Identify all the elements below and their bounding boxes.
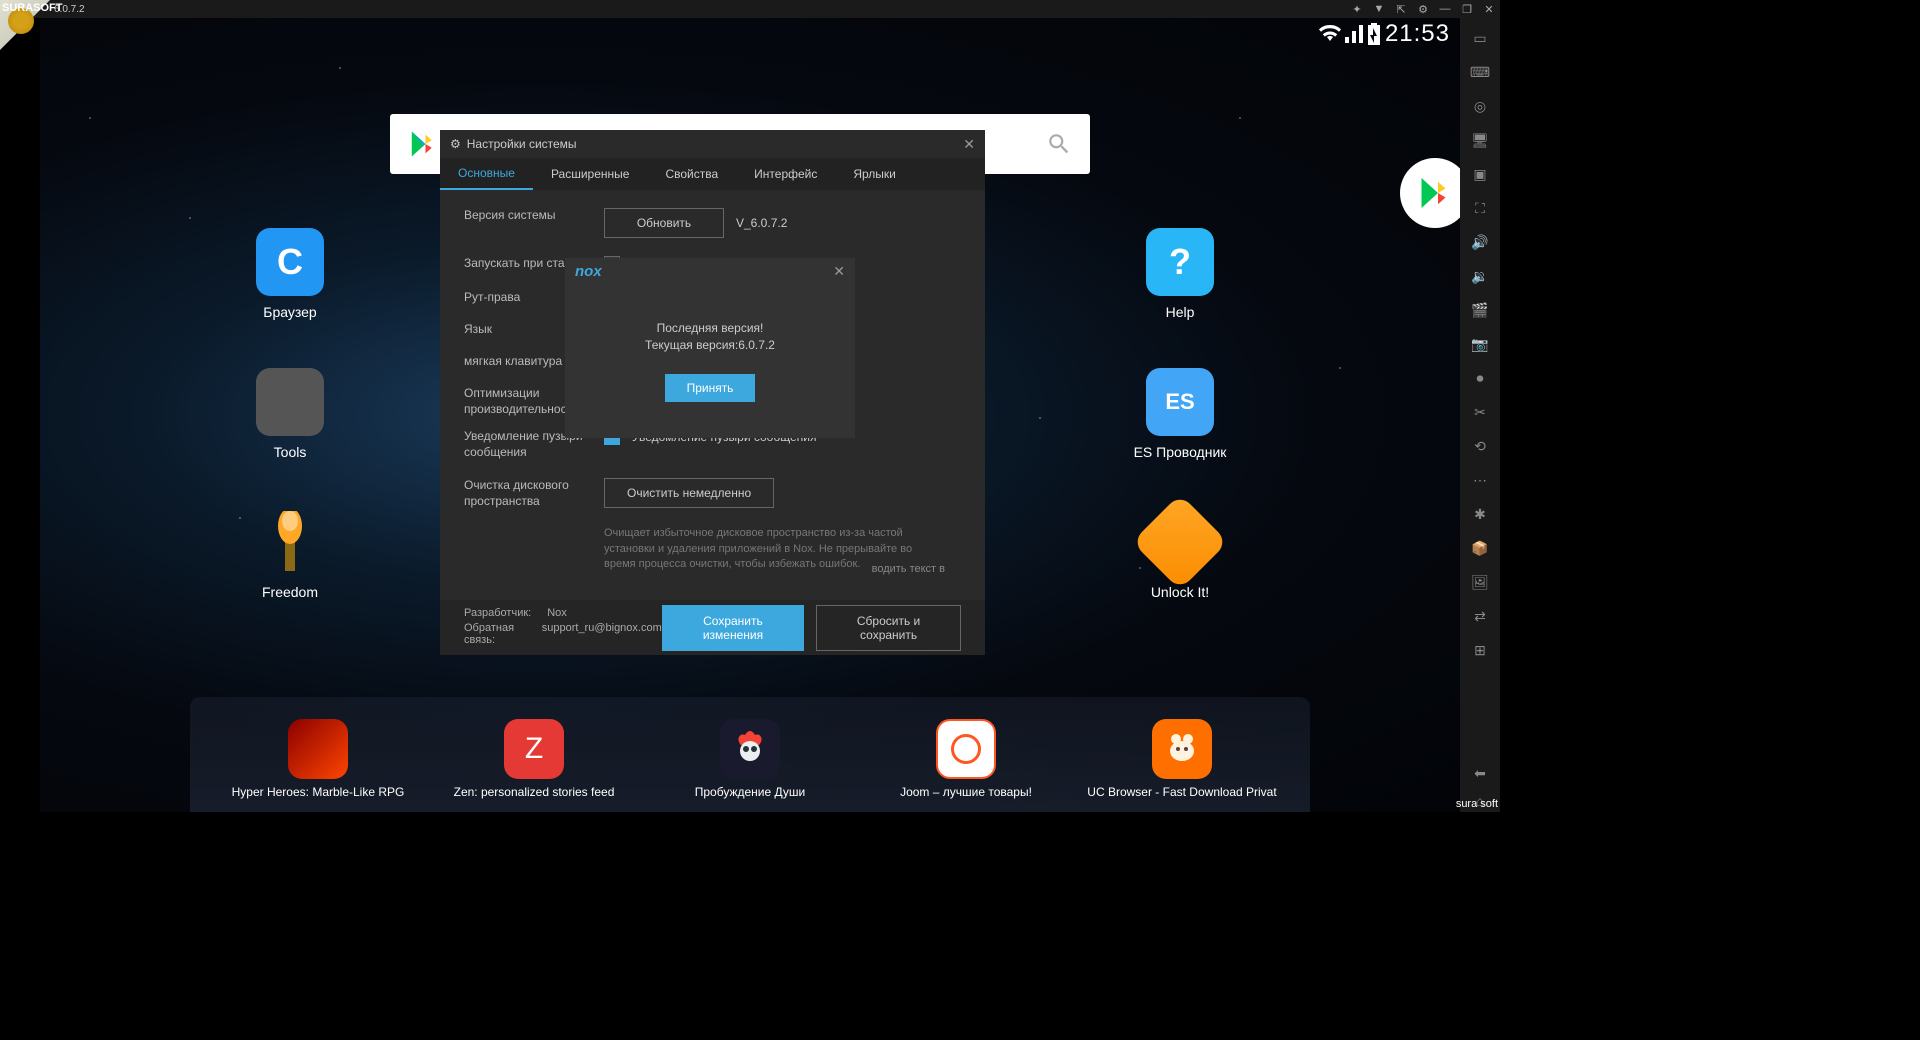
settings-footer: Разработчик: Nox Обратная связь: support_r… — [440, 600, 985, 655]
tab-main[interactable]: Основные — [440, 158, 533, 190]
feedback-value: support_ru@bignox.com — [542, 622, 662, 646]
dock-label: Hyper Heroes: Marble-Like RPG — [218, 785, 418, 799]
tool-settings2-icon[interactable]: ⇄ — [1470, 606, 1490, 626]
gear-icon: ⚙ — [450, 137, 461, 151]
search-icon[interactable] — [1046, 131, 1072, 157]
app-tools[interactable]: Tools — [240, 368, 340, 460]
settings-close-icon[interactable]: ✕ — [963, 136, 975, 153]
accept-button[interactable]: Принять — [665, 374, 756, 402]
version-value: V_6.0.7.2 — [736, 216, 787, 230]
signal-icon — [1345, 25, 1363, 43]
tool-multi-instance-icon[interactable]: ▣ — [1470, 164, 1490, 184]
tool-record-icon[interactable]: ⏺ — [1470, 368, 1490, 388]
wifi-icon — [1319, 25, 1341, 43]
tool-scissors-icon[interactable]: ✂ — [1470, 402, 1490, 422]
app-label: Tools — [240, 444, 340, 460]
dock-label: Zen: personalized stories feed — [434, 785, 634, 799]
update-button[interactable]: Обновить — [604, 208, 724, 238]
tab-advanced[interactable]: Расширенные — [533, 158, 648, 190]
partial-text: водить текст в — [872, 563, 945, 575]
settings-tabs: Основные Расширенные Свойства Интерфейс … — [440, 158, 985, 190]
dock-label: Joom – лучшие товары! — [866, 785, 1066, 799]
nox-logo: nox — [575, 263, 602, 280]
pin-icon[interactable]: ⇱ — [1394, 2, 1408, 16]
dock-joom[interactable]: Joom – лучшие товары! — [866, 719, 1066, 799]
settings-title: Настройки системы — [467, 137, 577, 151]
feedback-label: Обратная связь: — [464, 622, 526, 646]
maximize-icon[interactable]: ❐ — [1460, 2, 1474, 16]
minimize-icon[interactable]: — — [1438, 2, 1452, 16]
settings-header: ⚙ Настройки системы ✕ — [440, 130, 985, 158]
tool-volume-down-icon[interactable]: 🔉 — [1470, 266, 1490, 286]
dock-awakening[interactable]: Пробуждение Души — [650, 719, 850, 799]
dock: Hyper Heroes: Marble-Like RPG Z Zen: per… — [190, 697, 1310, 812]
tool-film-icon[interactable]: 🎬 — [1470, 300, 1490, 320]
popup-close-icon[interactable]: ✕ — [833, 263, 845, 280]
tab-properties[interactable]: Свойства — [647, 158, 736, 190]
tool-loading-icon[interactable]: ✱ — [1470, 504, 1490, 524]
app-freedom[interactable]: Freedom — [240, 508, 340, 600]
popup-line2: Текущая версия:6.0.7.2 — [575, 337, 845, 354]
tool-image-icon[interactable]: 🖼 — [1470, 572, 1490, 592]
cleanup-button[interactable]: Очистить немедленно — [604, 478, 774, 508]
app-es-explorer[interactable]: ES ES Проводник — [1130, 368, 1230, 460]
reset-button[interactable]: Сбросить и сохранить — [816, 605, 961, 651]
tool-screenshot-icon[interactable]: 📷 — [1470, 334, 1490, 354]
app-label: Unlock It! — [1130, 584, 1230, 600]
popup-line1: Последняя версия! — [575, 320, 845, 337]
watermark-topleft: SURASOFT — [2, 2, 63, 14]
gear-icon[interactable]: ⚙ — [1416, 2, 1430, 16]
tool-rotate-icon[interactable]: ⟲ — [1470, 436, 1490, 456]
dock-label: Пробуждение Души — [650, 785, 850, 799]
save-button[interactable]: Сохранить изменения — [662, 605, 804, 651]
tool-volume-up-icon[interactable]: 🔊 — [1470, 232, 1490, 252]
tool-apk-icon[interactable]: 📦 — [1470, 538, 1490, 558]
puzzle-icon[interactable]: ✦ — [1350, 2, 1364, 16]
titlebar: 6.0.7.2 ✦ ▼ ⇱ ⚙ — ❐ ✕ — [0, 0, 1500, 18]
dock-zen[interactable]: Z Zen: personalized stories feed — [434, 719, 634, 799]
update-popup: nox ✕ Последняя версия! Текущая версия:6… — [565, 258, 855, 438]
tool-more-icon[interactable]: ⋯ — [1470, 470, 1490, 490]
tab-shortcuts[interactable]: Ярлыки — [835, 158, 914, 190]
play-store-icon — [408, 129, 438, 159]
dock-uc-browser[interactable]: UC Browser - Fast Download Privat — [1082, 719, 1282, 799]
watermark-bottomright: sura soft — [1456, 798, 1498, 810]
app-label: Freedom — [240, 584, 340, 600]
side-toolbar: ▭ ⌨ ◎ 🖥 ▣ ⛶ 🔊 🔉 🎬 📷 ⏺ ✂ ⟲ ⋯ ✱ 📦 🖼 ⇄ ⊞ — [1460, 18, 1500, 762]
row-version-label: Версия системы — [464, 208, 604, 222]
close-icon[interactable]: ✕ — [1482, 2, 1496, 16]
tool-shake-icon[interactable]: ▭ — [1470, 28, 1490, 48]
dock-hyper-heroes[interactable]: Hyper Heroes: Marble-Like RPG — [218, 719, 418, 799]
tool-fullscreen-icon[interactable]: ⛶ — [1470, 198, 1490, 218]
battery-icon — [1367, 23, 1381, 45]
tool-crop-icon[interactable]: ⊞ — [1470, 640, 1490, 660]
app-unlock[interactable]: Unlock It! — [1130, 508, 1230, 600]
tool-keyboard-icon[interactable]: ⌨ — [1470, 62, 1490, 82]
dock-label: UC Browser - Fast Download Privat — [1082, 785, 1282, 799]
clock-text: 21:53 — [1385, 20, 1450, 48]
tshirt-icon[interactable]: ▼ — [1372, 2, 1386, 16]
developer-value: Nox — [547, 607, 567, 619]
app-label: ES Проводник — [1130, 444, 1230, 460]
app-help[interactable]: ? Help — [1130, 228, 1230, 320]
app-browser[interactable]: C Браузер — [240, 228, 340, 320]
nav-back-icon[interactable]: ⬅ — [1470, 763, 1490, 783]
developer-label: Разработчик: — [464, 607, 531, 619]
app-label: Браузер — [240, 304, 340, 320]
tool-my-computer-icon[interactable]: 🖥 — [1470, 130, 1490, 150]
row-cleanup-label: Очистка дискового пространства — [464, 478, 604, 509]
tab-interface[interactable]: Интерфейс — [736, 158, 835, 190]
app-label: Help — [1130, 304, 1230, 320]
android-statusbar: 21:53 — [1319, 18, 1450, 50]
tool-location-icon[interactable]: ◎ — [1470, 96, 1490, 116]
